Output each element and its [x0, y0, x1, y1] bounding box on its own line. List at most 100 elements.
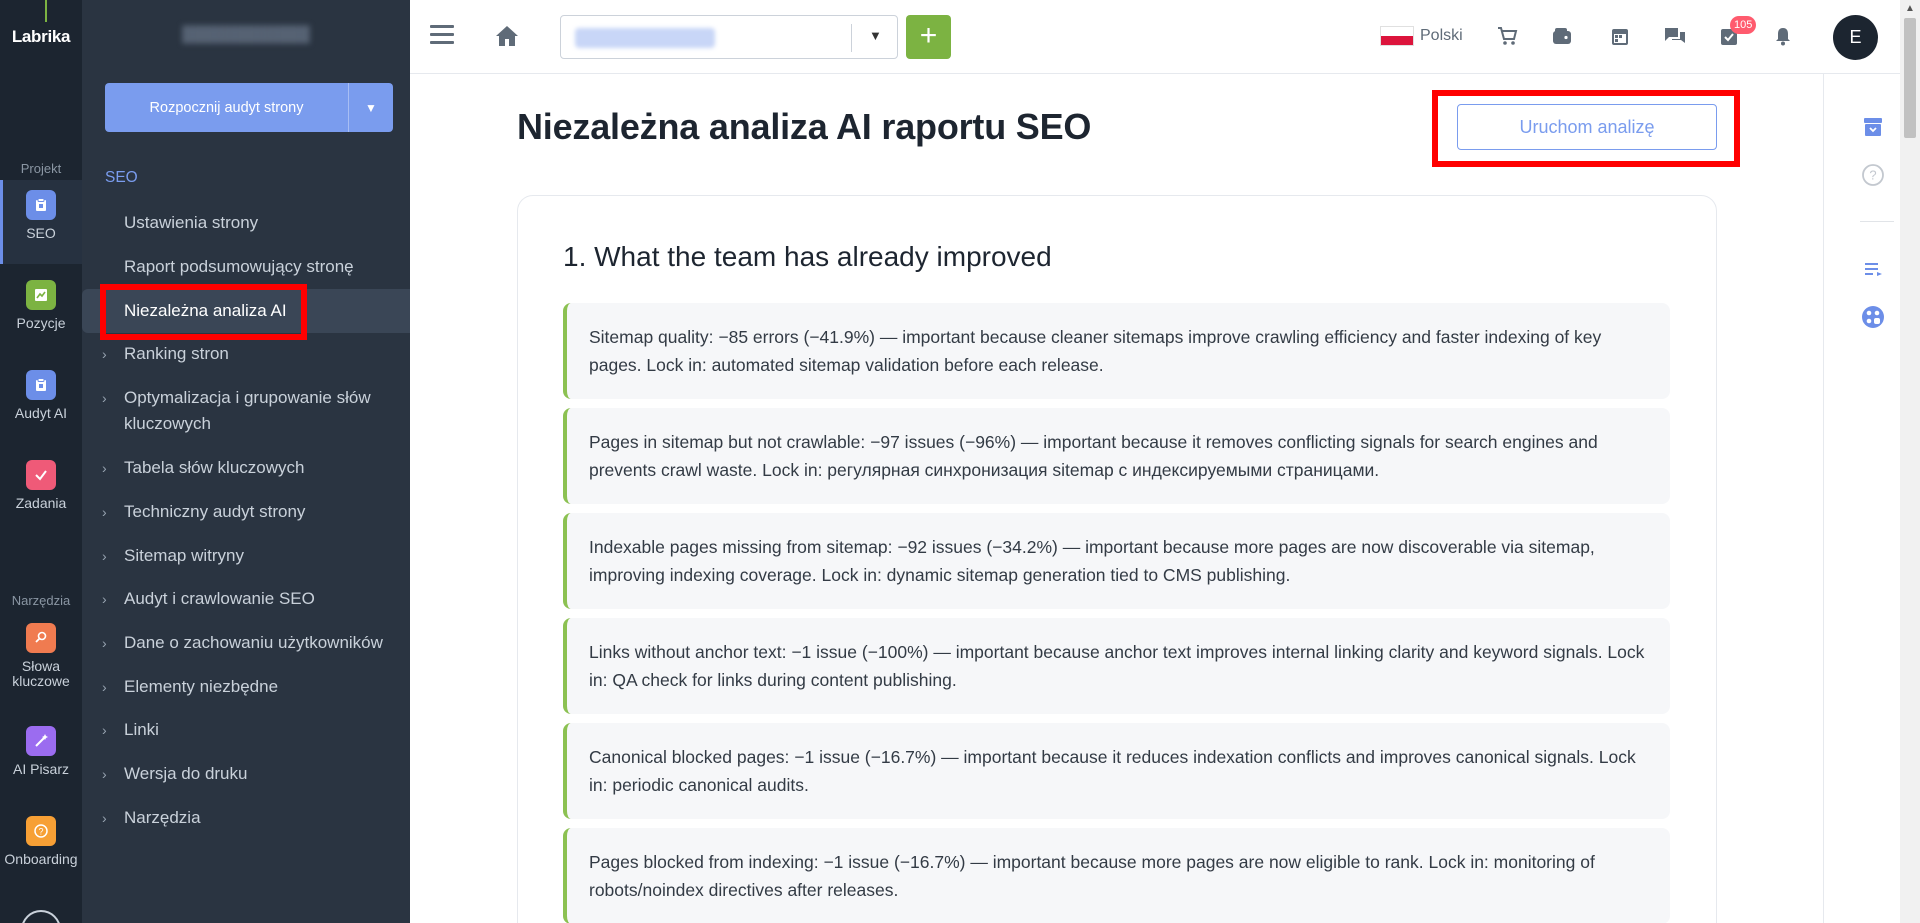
svg-text:?: ? — [38, 827, 43, 837]
check-icon — [26, 460, 56, 490]
improvement-item: Links without anchor text: −1 issue (−10… — [563, 618, 1670, 714]
key-icon — [26, 623, 56, 653]
analysis-card: 1. What the team has already improved Si… — [517, 195, 1717, 923]
improvement-item: Pages blocked from indexing: −1 issue (−… — [563, 828, 1670, 923]
icon-rail: Labrika Projekt SEO Pozycje Audyt AI Zad… — [0, 0, 82, 923]
start-audit-button[interactable]: Rozpocznij audyt strony ▼ — [105, 83, 393, 132]
brand-name: Labrika — [11, 27, 71, 46]
sidebar-item-label: Niezależna analiza AI — [124, 301, 287, 320]
avatar[interactable]: E — [1833, 15, 1878, 60]
main-content: Niezależna analiza AI raportu SEO Urucho… — [410, 74, 1823, 923]
sidebar-heading-seo[interactable]: SEO — [105, 169, 138, 187]
scroll-up-arrow-icon[interactable]: ▲ — [1900, 0, 1920, 18]
sidebar-item-label: Tabela słów kluczowych — [124, 458, 305, 477]
brand-logo[interactable]: Labrika — [0, 0, 82, 74]
rail-item-label: Onboarding — [4, 851, 78, 867]
sidebar-item-label: Optymalizacja i grupowanie słów kluczowy… — [124, 388, 371, 433]
sidebar-item-label: Audyt i crawlowanie SEO — [124, 589, 315, 608]
language-label: Polski — [1420, 27, 1463, 44]
sidebar-item-user-behavior[interactable]: › Dane o zachowaniu użytkowników — [82, 630, 410, 656]
sidebar-user-blurred: ████████████ — [182, 26, 310, 43]
sidebar-item-essentials[interactable]: › Elementy niezbędne — [82, 674, 410, 700]
sidebar-item-sitemap[interactable]: › Sitemap witryny — [82, 543, 410, 569]
sidebar-item-label: Sitemap witryny — [124, 546, 244, 565]
bell-icon[interactable] — [1771, 24, 1795, 48]
question-icon: ? — [26, 816, 56, 846]
archive-icon[interactable] — [1860, 114, 1886, 140]
help-circle-icon[interactable] — [21, 910, 61, 923]
sidebar-item-keyword-optimization[interactable]: › Optymalizacja i grupowanie słów kluczo… — [82, 385, 392, 437]
sidebar-item-label: Ustawienia strony — [124, 213, 259, 232]
chevron-right-icon: › — [102, 766, 107, 782]
sidebar-item-summary-report[interactable]: Raport podsumowujący stronę — [82, 254, 410, 280]
rail-divider — [1860, 221, 1894, 222]
sidebar-item-label: Narzędzia — [124, 808, 201, 827]
sidebar-item-print-version[interactable]: › Wersja do druku — [82, 761, 410, 787]
rail-item-ai-audit[interactable]: Audyt AI — [0, 360, 82, 444]
rail-item-seo[interactable]: SEO — [0, 180, 82, 264]
poland-flag-icon — [1380, 26, 1414, 46]
sidebar-item-page-ranking[interactable]: › Ranking stron — [82, 341, 410, 367]
rail-item-positions[interactable]: Pozycje — [0, 270, 82, 354]
palette-icon[interactable] — [1860, 304, 1886, 330]
calendar-icon[interactable] — [1608, 24, 1632, 48]
wand-icon — [26, 726, 56, 756]
chevron-right-icon: › — [102, 679, 107, 695]
page-title: Niezależna analiza AI raportu SEO — [517, 106, 1092, 147]
project-select[interactable]: ▼ — [560, 15, 898, 59]
rail-item-ai-writer[interactable]: AI Pisarz — [0, 716, 82, 800]
language-selector[interactable]: Polski — [1380, 26, 1463, 46]
help-icon[interactable]: ? — [1860, 162, 1886, 188]
home-icon[interactable] — [494, 24, 520, 48]
sidebar-item-links[interactable]: › Linki — [82, 717, 410, 743]
menu-icon[interactable] — [430, 25, 454, 45]
chat-icon[interactable] — [1663, 24, 1687, 48]
svg-text:?: ? — [1869, 168, 1876, 183]
sidebar-item-label: Raport podsumowujący stronę — [124, 257, 354, 276]
chart-icon — [26, 280, 56, 310]
sidebar-item-ai-analysis[interactable]: Niezależna analiza AI — [82, 289, 410, 333]
page-scrollbar[interactable]: ▲ — [1900, 0, 1920, 923]
scroll-thumb[interactable] — [1904, 18, 1916, 138]
sidebar-item-label: Dane o zachowaniu użytkowników — [124, 633, 383, 652]
chevron-right-icon: › — [102, 635, 107, 651]
start-audit-label[interactable]: Rozpocznij audyt strony — [105, 83, 349, 132]
rail-item-onboarding[interactable]: ? Onboarding — [0, 806, 82, 890]
sidebar-item-label: Linki — [124, 720, 159, 739]
sidebar-item-tools[interactable]: › Narzędzia — [82, 805, 410, 831]
sidebar-item-keyword-table[interactable]: › Tabela słów kluczowych — [82, 455, 410, 481]
improvement-item: Sitemap quality: −85 errors (−41.9%) — i… — [563, 303, 1670, 399]
chevron-right-icon: › — [102, 346, 107, 362]
select-divider — [851, 24, 852, 52]
rail-section-project: Projekt — [20, 161, 62, 176]
improvement-item: Indexable pages missing from sitemap: −9… — [563, 513, 1670, 609]
chevron-right-icon: › — [102, 548, 107, 564]
cart-icon[interactable] — [1495, 24, 1519, 48]
chevron-right-icon: › — [102, 460, 107, 476]
seo-icon — [26, 190, 56, 220]
improvement-item: Pages in sitemap but not crawlable: −97 … — [563, 408, 1670, 504]
add-project-button[interactable]: + — [906, 15, 951, 59]
rail-item-label: Słowa kluczowe — [12, 658, 70, 689]
brand-mark — [45, 0, 47, 22]
sidebar-item-site-settings[interactable]: Ustawienia strony — [82, 210, 410, 236]
notifications-badge: 105 — [1730, 16, 1757, 34]
sidebar-item-label: Ranking stron — [124, 344, 229, 363]
seo-sidebar: ████████████ Rozpocznij audyt strony ▼ S… — [82, 0, 410, 923]
rail-item-label: Pozycje — [16, 315, 66, 331]
run-analysis-button[interactable]: Uruchom analizę — [1457, 104, 1717, 150]
sidebar-item-label: Techniczny audyt strony — [124, 502, 306, 521]
rail-item-keywords[interactable]: Słowa kluczowe — [0, 613, 82, 703]
chevron-right-icon: › — [102, 810, 107, 826]
chevron-right-icon: › — [102, 722, 107, 738]
list-icon[interactable] — [1860, 256, 1886, 282]
chevron-down-icon[interactable]: ▼ — [869, 28, 882, 43]
rail-item-label: Zadania — [15, 495, 67, 511]
ai-audit-icon — [26, 370, 56, 400]
sidebar-item-seo-crawl[interactable]: › Audyt i crawlowanie SEO — [82, 586, 410, 612]
sidebar-item-technical-audit[interactable]: › Techniczny audyt strony — [82, 499, 410, 525]
chevron-down-icon[interactable]: ▼ — [349, 83, 393, 132]
rail-item-tasks[interactable]: Zadania — [0, 450, 82, 534]
wallet-icon[interactable] — [1550, 24, 1574, 48]
sidebar-item-label: Wersja do druku — [124, 764, 248, 783]
